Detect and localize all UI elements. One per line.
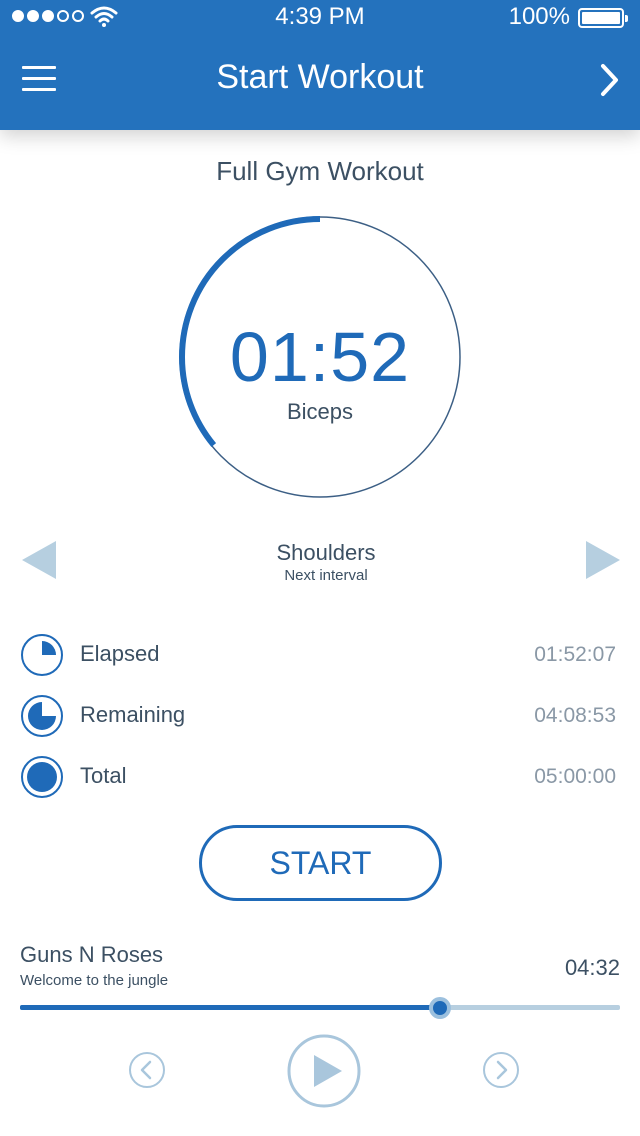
next-interval-label: Next interval [284,567,368,584]
previous-track-icon[interactable] [128,1051,166,1089]
stat-label: Elapsed [80,641,160,666]
interval-timer: 01:52 Biceps [176,213,464,501]
stat-label: Total [80,763,127,788]
stat-value: 05:00:00 [534,765,616,788]
next-track-icon[interactable] [482,1051,520,1089]
pie-three-quarter-icon [21,695,63,737]
workout-name: Full Gym Workout [216,156,424,186]
next-interval: Shoulders Next interval [0,540,640,584]
current-exercise: Biceps [286,399,354,424]
timer-value: 01:52 [229,318,411,396]
stat-elapsed: Elapsed 01:52:07 [20,633,616,677]
next-interval-icon[interactable] [586,541,620,579]
page-title: Start Workout [216,58,424,96]
battery-percent: 100% [508,3,570,30]
progress-knob[interactable] [429,997,451,1019]
track-time: 04:32 [564,955,620,980]
stat-value: 01:52:07 [534,643,616,666]
pie-full-icon [21,756,63,798]
stat-value: 04:08:53 [534,704,616,727]
next-interval-name: Shoulders [276,540,376,565]
stat-remaining: Remaining 04:08:53 [20,694,616,738]
chevron-right-icon[interactable] [598,60,622,100]
stat-total: Total 05:00:00 [20,755,616,799]
stat-label: Remaining [80,702,186,727]
app-header: 4:39 PM 100% Start Workout [0,0,640,130]
track-artist: Guns N Roses [20,942,164,967]
battery-icon [578,8,628,28]
progress-fill [20,1005,440,1010]
track-title: Welcome to the jungle [20,972,169,989]
track-progress-slider[interactable] [20,997,620,1019]
play-icon[interactable] [286,1033,362,1109]
start-button[interactable]: START [199,825,442,901]
status-bar: 4:39 PM 100% [0,0,640,36]
pie-quarter-icon [21,634,63,676]
